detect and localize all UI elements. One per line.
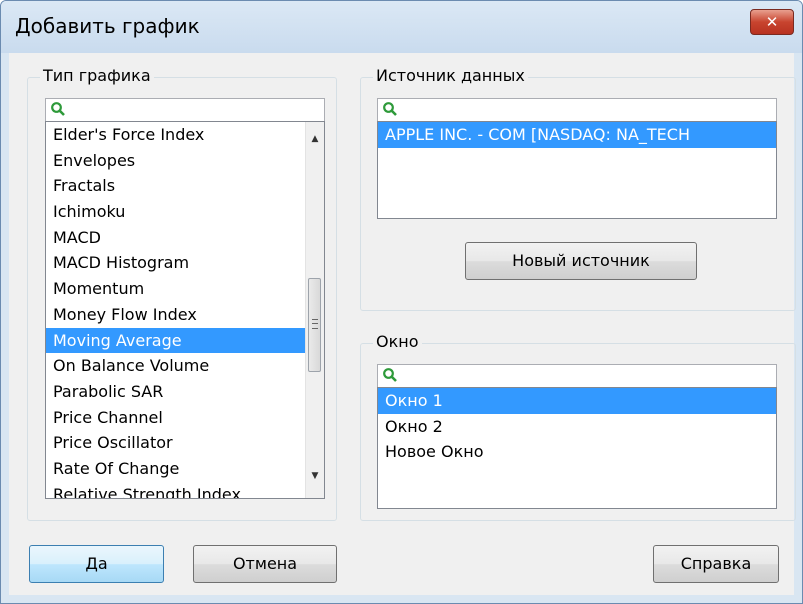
window-list-item[interactable]: Окно 2 bbox=[378, 414, 776, 440]
close-button[interactable]: ✕ bbox=[750, 9, 794, 35]
search-icon bbox=[51, 102, 65, 116]
data-source-list[interactable]: APPLE INC. - COM [NASDAQ: NA_TECH bbox=[377, 121, 777, 219]
chart-type-group: Тип графика Elder's Force Index Envelopes… bbox=[27, 66, 337, 521]
cancel-button[interactable]: Отмена bbox=[193, 545, 337, 583]
search-icon bbox=[383, 102, 397, 116]
chart-type-list-item[interactable]: Momentum bbox=[46, 276, 324, 302]
chart-type-list-item[interactable]: Moving Average bbox=[46, 327, 324, 354]
chart-type-list-item[interactable]: MACD bbox=[46, 225, 324, 251]
chart-type-list-item[interactable]: Price Oscillator bbox=[46, 430, 324, 456]
dialog-title: Добавить график bbox=[15, 14, 200, 38]
data-source-group: Источник данных APPLE INC. - COM [NASDAQ… bbox=[360, 66, 796, 311]
chart-type-list-item[interactable]: MACD Histogram bbox=[46, 250, 324, 276]
data-source-search-input[interactable] bbox=[377, 98, 777, 122]
scroll-up-arrow-icon[interactable]: ▲ bbox=[306, 130, 324, 148]
chart-type-list-item[interactable]: Fractals bbox=[46, 173, 324, 199]
ok-button[interactable]: Да bbox=[29, 545, 164, 583]
grip-icon bbox=[312, 319, 318, 329]
window-list[interactable]: Окно 1 Окно 2 Новое Окно bbox=[377, 387, 777, 509]
data-source-group-label: Источник данных bbox=[373, 66, 528, 85]
chart-type-list-item[interactable]: Relative Strength Index bbox=[46, 482, 324, 498]
window-group: Окно Окно 1 Окно 2 Новое Окно bbox=[360, 332, 796, 521]
dialog-body: Тип графика Elder's Force Index Envelopes… bbox=[9, 53, 796, 595]
window-search-input[interactable] bbox=[377, 364, 777, 388]
chart-type-list-item[interactable]: Rate Of Change bbox=[46, 456, 324, 482]
chart-type-list-item[interactable]: Envelopes bbox=[46, 148, 324, 174]
search-icon bbox=[383, 368, 397, 382]
data-source-list-item[interactable]: APPLE INC. - COM [NASDAQ: NA_TECH bbox=[378, 122, 776, 148]
window-list-item[interactable]: Новое Окно bbox=[378, 439, 776, 465]
add-chart-dialog: Добавить график ✕ Тип графика Elder's Fo… bbox=[0, 0, 803, 604]
new-source-button[interactable]: Новый источник bbox=[465, 242, 697, 280]
close-icon: ✕ bbox=[765, 13, 779, 31]
title-bar[interactable]: Добавить график ✕ bbox=[1, 1, 802, 53]
chart-type-list-item[interactable]: Money Flow Index bbox=[46, 302, 324, 328]
chart-type-scrollbar[interactable]: ▲ ▼ bbox=[305, 122, 324, 498]
help-button[interactable]: Справка bbox=[653, 545, 779, 583]
chart-type-list-item[interactable]: Ichimoku bbox=[46, 199, 324, 225]
chart-type-list-item[interactable]: Price Channel bbox=[46, 405, 324, 431]
chart-type-list[interactable]: Elder's Force Index Envelopes Fractals Ichi… bbox=[45, 121, 325, 499]
chart-type-list-item[interactable]: Parabolic SAR bbox=[46, 379, 324, 405]
scroll-down-arrow-icon[interactable]: ▼ bbox=[306, 467, 324, 485]
scroll-thumb[interactable] bbox=[308, 278, 321, 372]
window-list-item[interactable]: Окно 1 bbox=[378, 388, 776, 414]
window-group-label: Окно bbox=[373, 332, 422, 351]
chart-type-group-label: Тип графика bbox=[40, 66, 154, 85]
chart-type-list-item[interactable]: Elder's Force Index bbox=[46, 122, 324, 148]
chart-type-search-input[interactable] bbox=[45, 98, 325, 122]
chart-type-list-item[interactable]: On Balance Volume bbox=[46, 353, 324, 379]
